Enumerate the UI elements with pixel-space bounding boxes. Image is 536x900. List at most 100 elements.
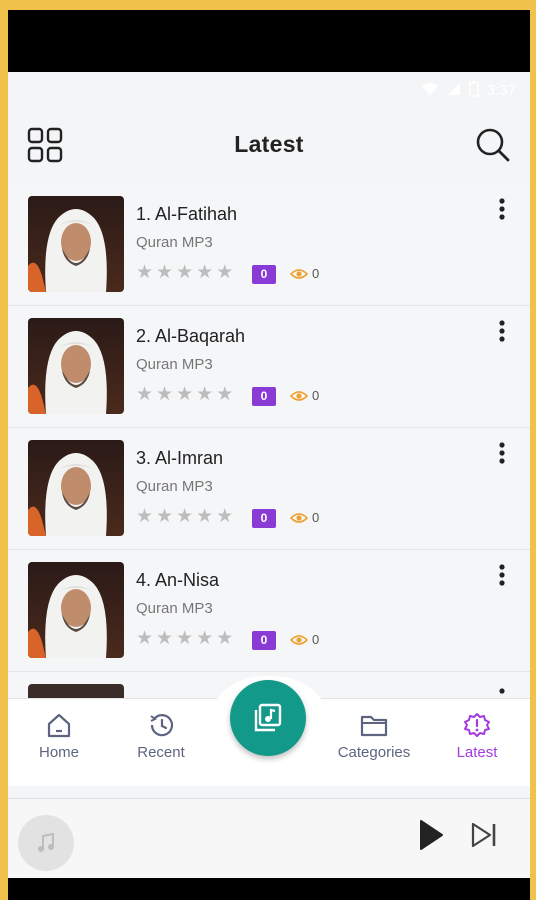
star-icon[interactable]: ★ xyxy=(196,262,213,284)
reciter-thumbnail xyxy=(28,440,124,536)
view-count-value: 0 xyxy=(312,266,320,281)
next-button[interactable] xyxy=(470,821,498,854)
play-icon xyxy=(420,820,443,850)
nav-recent[interactable]: Recent xyxy=(106,712,216,761)
list-item[interactable]: 3. Al-Imran Quran MP3 ★ ★ ★ ★ ★ 0 0 xyxy=(8,428,530,550)
app-screen: 3:37 Latest 1. Al-Fatihah Quran MP3 ★ ★ … xyxy=(8,0,530,900)
rating-count-badge: 0 xyxy=(252,631,276,650)
view-count: 0 xyxy=(290,388,319,403)
star-icon[interactable]: ★ xyxy=(196,506,213,528)
star-icon[interactable]: ★ xyxy=(216,384,233,406)
reciter-thumbnail xyxy=(28,318,124,414)
badge-alert-icon xyxy=(464,713,490,737)
star-icon[interactable]: ★ xyxy=(136,384,153,406)
eye-icon xyxy=(290,634,308,645)
album-art-placeholder xyxy=(18,815,74,871)
search-icon xyxy=(476,128,510,162)
track-title: 2. Al-Baqarah xyxy=(136,326,246,346)
eye-icon xyxy=(290,512,308,523)
nav-recent-label: Recent xyxy=(137,744,185,761)
status-bar: 3:37 xyxy=(8,72,530,108)
more-vertical-icon xyxy=(499,564,505,586)
star-icon[interactable]: ★ xyxy=(216,262,233,284)
star-icon[interactable]: ★ xyxy=(216,628,233,650)
nav-categories[interactable]: Categories xyxy=(319,712,429,761)
nav-latest-label: Latest xyxy=(456,744,498,761)
play-button[interactable] xyxy=(418,819,444,856)
list-item[interactable]: 1. Al-Fatihah Quran MP3 ★ ★ ★ ★ ★ 0 0 xyxy=(8,184,530,306)
track-category: Quran MP3 xyxy=(136,234,213,251)
star-icon[interactable]: ★ xyxy=(176,384,193,406)
rating-count-badge: 0 xyxy=(252,509,276,528)
wifi-icon xyxy=(421,82,439,99)
search-button[interactable] xyxy=(474,126,512,164)
more-options-button[interactable] xyxy=(492,562,512,590)
top-bezel xyxy=(8,0,530,72)
view-count-value: 0 xyxy=(312,510,320,525)
list-item[interactable]: 4. An-Nisa Quran MP3 ★ ★ ★ ★ ★ 0 0 xyxy=(8,550,530,672)
music-note-icon xyxy=(38,832,54,852)
more-options-button[interactable] xyxy=(492,318,512,346)
track-category: Quran MP3 xyxy=(136,600,213,617)
rating-stars[interactable]: ★ ★ ★ ★ ★ xyxy=(136,384,233,406)
nav-home-label: Home xyxy=(38,744,79,761)
rating-stars[interactable]: ★ ★ ★ ★ ★ xyxy=(136,628,233,650)
battery-icon xyxy=(469,80,479,100)
mini-player xyxy=(8,798,530,878)
reciter-thumbnail xyxy=(28,196,124,292)
more-options-button[interactable] xyxy=(492,196,512,224)
home-icon xyxy=(47,713,71,738)
track-title: 1. Al-Fatihah xyxy=(136,204,238,224)
star-icon[interactable]: ★ xyxy=(176,628,193,650)
view-count-value: 0 xyxy=(312,388,320,403)
star-icon[interactable]: ★ xyxy=(136,262,153,284)
track-title: 3. Al-Imran xyxy=(136,448,224,468)
page-title: Latest xyxy=(234,130,304,157)
rating-stars[interactable]: ★ ★ ★ ★ ★ xyxy=(136,506,233,528)
nav-home[interactable]: Home xyxy=(8,712,114,761)
star-icon[interactable]: ★ xyxy=(156,384,173,406)
reciter-thumbnail xyxy=(28,562,124,658)
star-icon[interactable]: ★ xyxy=(156,506,173,528)
star-icon[interactable]: ★ xyxy=(176,262,193,284)
view-count: 0 xyxy=(290,266,319,281)
star-icon[interactable]: ★ xyxy=(196,384,213,406)
star-icon[interactable]: ★ xyxy=(136,506,153,528)
track-category: Quran MP3 xyxy=(136,478,213,495)
more-options-button[interactable] xyxy=(492,440,512,468)
app-header: Latest xyxy=(8,112,530,176)
folder-icon xyxy=(360,715,388,737)
view-count-value: 0 xyxy=(312,632,320,647)
grid-menu-button[interactable] xyxy=(26,126,64,164)
nav-latest[interactable]: Latest xyxy=(422,712,530,761)
rating-stars[interactable]: ★ ★ ★ ★ ★ xyxy=(136,262,233,284)
star-icon[interactable]: ★ xyxy=(156,262,173,284)
star-icon[interactable]: ★ xyxy=(196,628,213,650)
track-category: Quran MP3 xyxy=(136,356,213,373)
now-playing-fab[interactable] xyxy=(230,680,306,756)
eye-icon xyxy=(290,268,308,279)
more-vertical-icon xyxy=(499,198,505,220)
music-library-icon xyxy=(254,703,282,732)
star-icon[interactable]: ★ xyxy=(136,628,153,650)
history-icon xyxy=(150,714,174,737)
star-icon[interactable]: ★ xyxy=(176,506,193,528)
list-item[interactable]: 2. Al-Baqarah Quran MP3 ★ ★ ★ ★ ★ 0 0 xyxy=(8,306,530,428)
system-nav-bar xyxy=(8,878,530,900)
view-count: 0 xyxy=(290,510,319,525)
more-vertical-icon xyxy=(499,320,505,342)
more-vertical-icon xyxy=(499,442,505,464)
track-title: 4. An-Nisa xyxy=(136,570,220,590)
rating-count-badge: 0 xyxy=(252,387,276,406)
skip-next-icon xyxy=(471,822,496,848)
status-time: 3:37 xyxy=(486,81,516,99)
signal-icon xyxy=(447,82,461,99)
nav-categories-label: Categories xyxy=(337,744,411,761)
rating-count-badge: 0 xyxy=(252,265,276,284)
eye-icon xyxy=(290,390,308,401)
star-icon[interactable]: ★ xyxy=(216,506,233,528)
track-list: 1. Al-Fatihah Quran MP3 ★ ★ ★ ★ ★ 0 0 2.… xyxy=(8,184,530,672)
star-icon[interactable]: ★ xyxy=(156,628,173,650)
grid-icon xyxy=(27,127,63,163)
view-count: 0 xyxy=(290,632,319,647)
